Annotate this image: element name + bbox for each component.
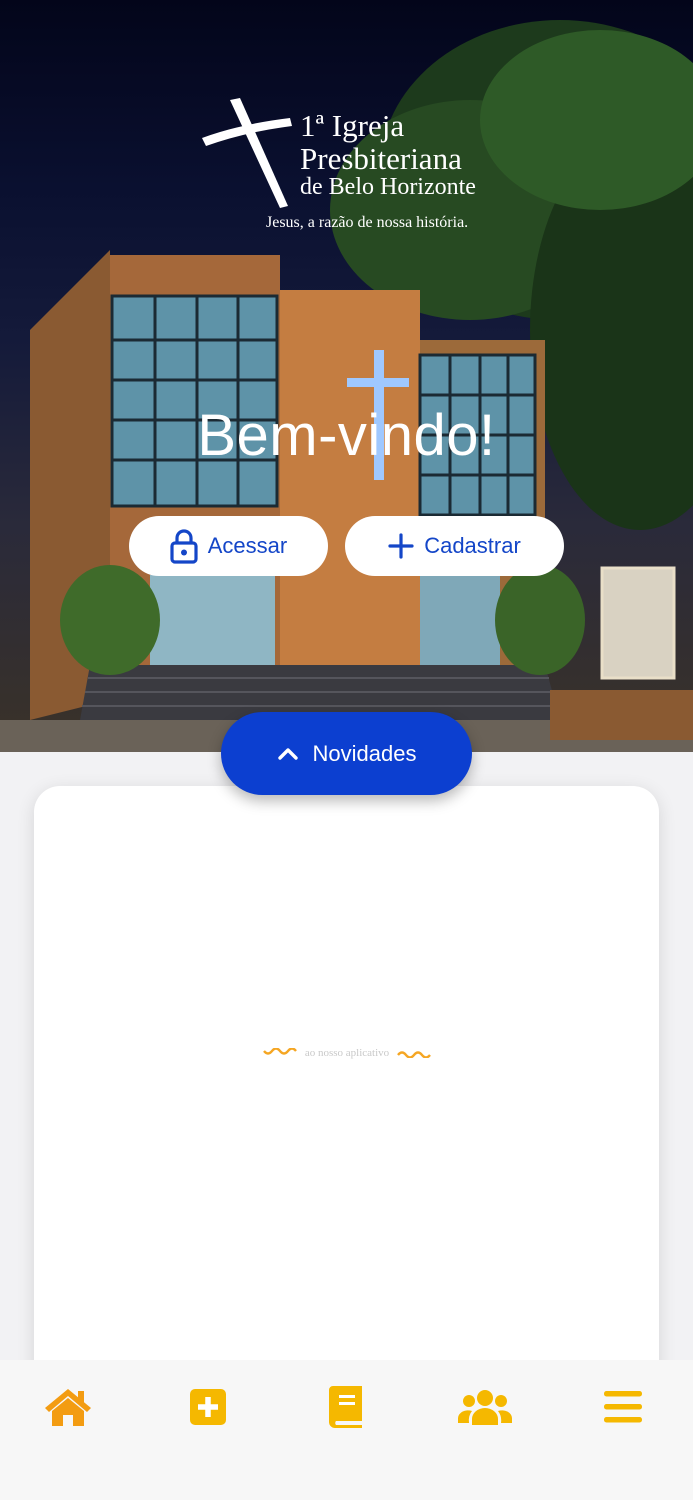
login-label: Acessar [207,533,288,558]
home-icon [45,1389,91,1426]
menu-icon [604,1391,642,1423]
chevron-up-icon [277,747,298,760]
church-logo: 1ª Igreja Presbiteriana de Belo Horizont… [200,96,500,241]
nav-add[interactable] [178,1382,238,1432]
nav-bible[interactable] [316,1382,376,1432]
news-faded-text: ao nosso aplicativo [304,1047,390,1059]
users-icon [458,1390,512,1425]
news-faded-content: ao nosso aplicativo [252,1042,442,1064]
logo-tagline: Jesus, a razão de nossa história. [266,214,469,231]
plus-square-icon [190,1389,226,1425]
logo-line-3: de Belo Horizonte [300,174,476,200]
logo-line-1: 1ª Igreja [300,108,405,143]
register-button[interactable]: Cadastrar [345,516,564,576]
news-card: ao nosso aplicativo [34,786,659,1426]
plus-icon [388,533,414,559]
register-label: Cadastrar [424,533,521,558]
nav-community[interactable] [455,1382,515,1432]
cross-logo-icon [202,98,292,208]
book-icon [329,1386,362,1428]
login-button[interactable]: Acessar [129,516,328,576]
wave-ornament-icon [397,1051,432,1058]
bottom-navigation [0,1360,693,1500]
welcome-title: Bem-vindo! [197,403,496,468]
news-label: Novidades [312,740,417,766]
nav-home[interactable] [38,1382,98,1432]
logo-line-2: Presbiteriana [300,141,462,176]
wave-ornament-icon [262,1048,297,1055]
lock-icon [170,529,198,564]
hero-banner: 1ª Igreja Presbiteriana de Belo Horizont… [0,0,693,752]
nav-menu[interactable] [593,1382,653,1432]
news-toggle-button[interactable]: Novidades [221,712,472,795]
